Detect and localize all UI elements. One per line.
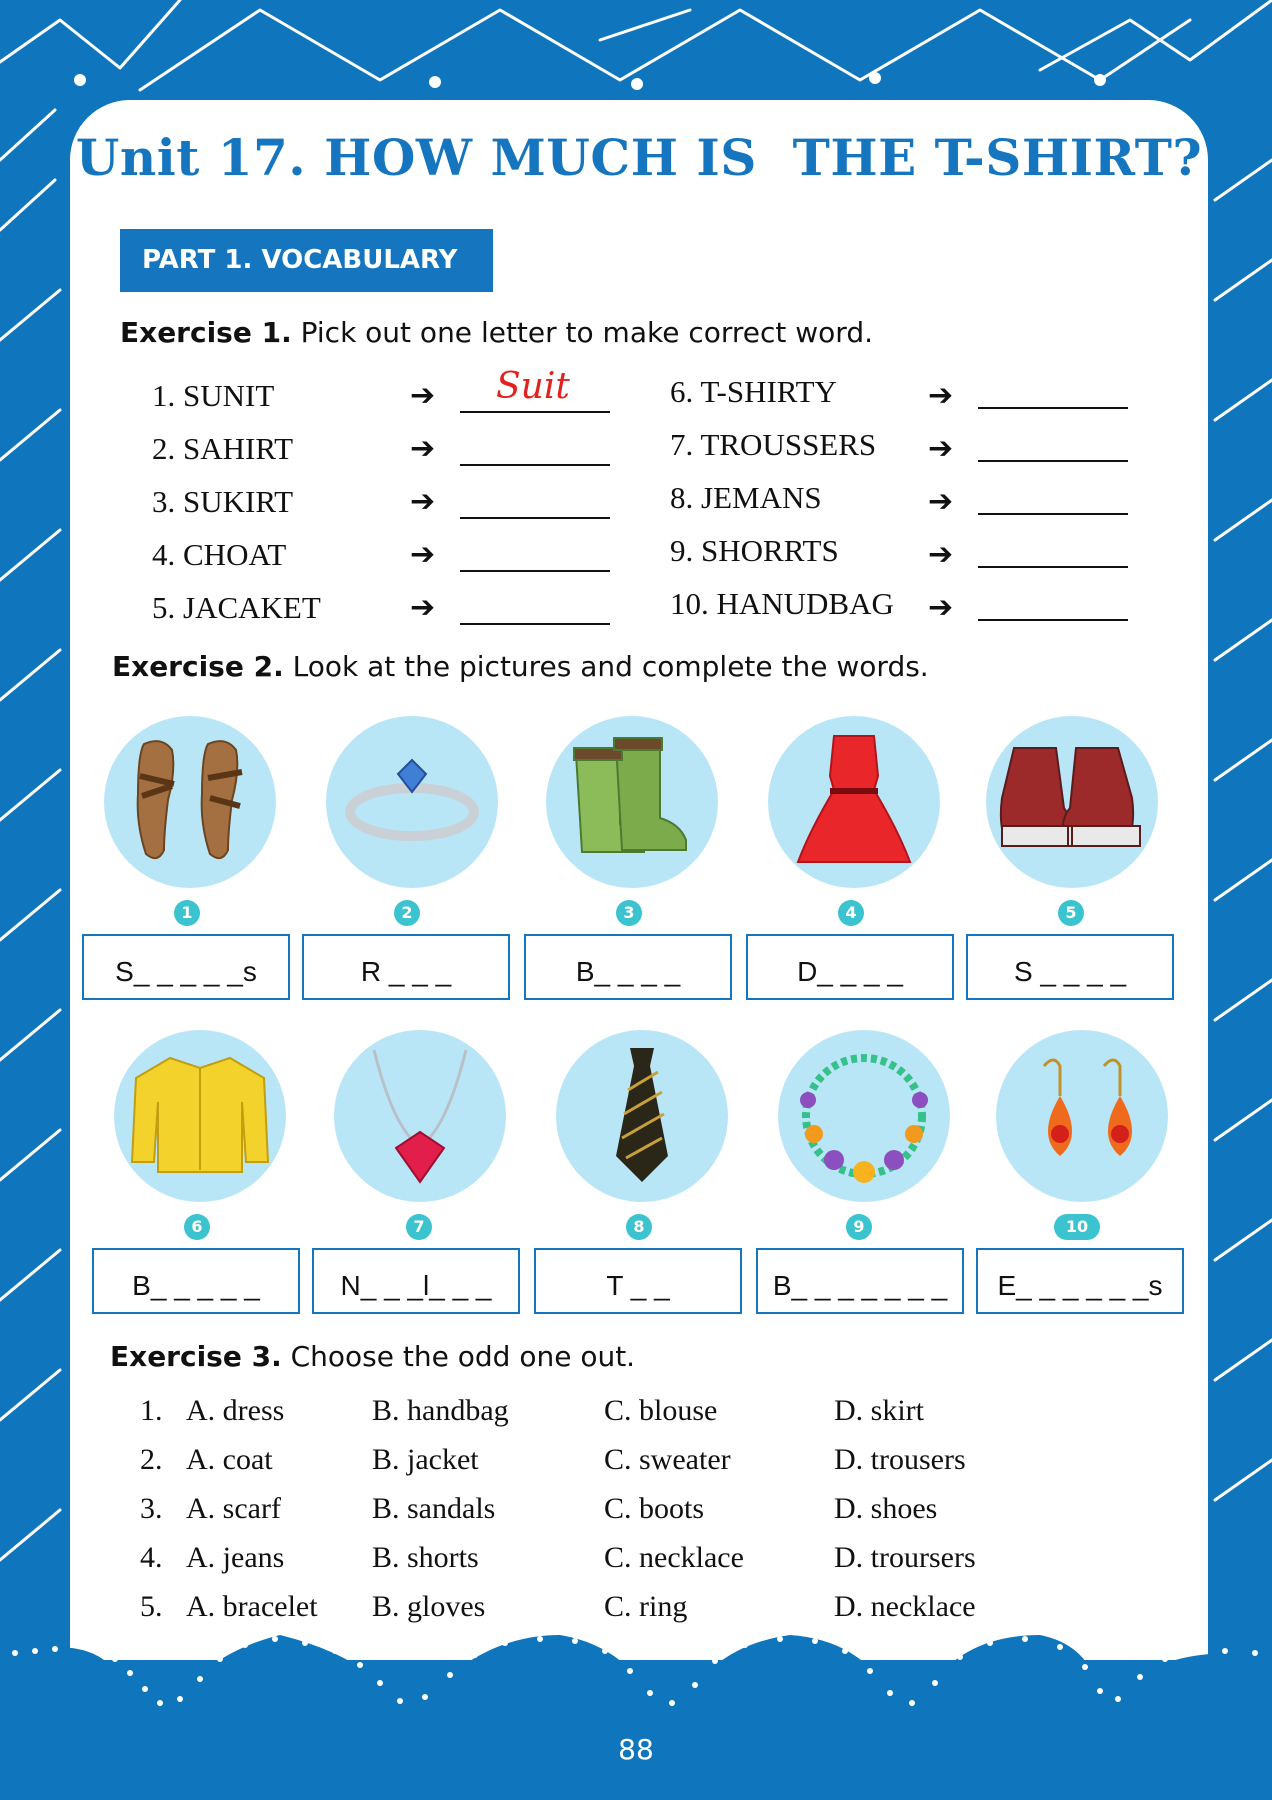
ex1-word: 10. HANUDBAG: [670, 586, 894, 621]
answer-line[interactable]: [460, 409, 610, 413]
item-number-badge: 9: [846, 1214, 872, 1240]
bracelet-icon: [778, 1030, 950, 1202]
scalloped-border: [0, 1635, 1272, 1730]
option-d[interactable]: D. skirt: [834, 1394, 924, 1428]
page-number: 88: [618, 1733, 654, 1766]
option-d[interactable]: D. shoes: [834, 1492, 937, 1526]
question-number: 4.: [140, 1541, 163, 1574]
exercise2-instruction: Look at the pictures and complete the wo…: [283, 650, 929, 683]
option-b[interactable]: B. handbag: [372, 1394, 509, 1428]
blouse-icon: [114, 1030, 286, 1202]
ring-icon: [326, 716, 498, 888]
arrow-icon: ➔: [928, 590, 954, 625]
exercise1-instruction: Pick out one letter to make correct word…: [291, 316, 873, 349]
option-b[interactable]: B. shorts: [372, 1541, 479, 1575]
answer-line[interactable]: [460, 515, 610, 519]
word-hint-box[interactable]: E_ _ _ _ _ _s: [976, 1248, 1184, 1314]
item-number-badge: 6: [184, 1214, 210, 1240]
arrow-icon: ➔: [928, 431, 954, 466]
option-c[interactable]: C. sweater: [604, 1443, 731, 1477]
arrow-icon: ➔: [410, 537, 436, 572]
item-number-badge: 3: [616, 900, 642, 926]
ex1-word: 5. JACAKET: [152, 590, 321, 625]
arrow-icon: ➔: [928, 378, 954, 413]
handwritten-answer: Suit: [496, 366, 570, 407]
exercise1-label: Exercise 1.: [120, 316, 292, 349]
option-a[interactable]: A. coat: [186, 1443, 273, 1477]
answer-line[interactable]: [978, 458, 1128, 462]
item-number-badge: 4: [838, 900, 864, 926]
dress-icon: [768, 716, 940, 888]
question-number: 3.: [140, 1492, 163, 1525]
unit-title: Unit 17. HOW MUCH IS THE T-SHIRT?: [75, 128, 1203, 187]
arrow-icon: ➔: [928, 484, 954, 519]
answer-line[interactable]: [978, 405, 1128, 409]
option-b[interactable]: B. gloves: [372, 1590, 485, 1624]
option-a[interactable]: A. dress: [186, 1394, 284, 1428]
option-b[interactable]: B. jacket: [372, 1443, 479, 1477]
word-hint-box[interactable]: R _ _ _: [302, 934, 510, 1000]
ex1-word: 8. JEMANS: [670, 480, 822, 515]
option-a[interactable]: A. jeans: [186, 1541, 284, 1575]
ex1-word: 7. TROUSSERS: [670, 427, 877, 462]
exercise2-label: Exercise 2.: [112, 650, 284, 683]
word-hint-box[interactable]: B_ _ _ _ _ _ _: [756, 1248, 964, 1314]
exercise3-heading: Exercise 3. Choose the odd one out.: [110, 1340, 635, 1373]
arrow-icon: ➔: [410, 590, 436, 625]
option-d[interactable]: D. troursers: [834, 1541, 976, 1575]
boots-icon: [546, 716, 718, 888]
answer-line[interactable]: [460, 462, 610, 466]
part-heading: PART 1. VOCABULARY: [120, 229, 493, 292]
ex1-word: 2. SAHIRT: [152, 431, 294, 466]
word-hint-box[interactable]: B_ _ _ _: [524, 934, 732, 1000]
item-number-badge: 7: [406, 1214, 432, 1240]
sandals-icon: [104, 716, 276, 888]
arrow-icon: ➔: [410, 378, 436, 413]
option-b[interactable]: B. sandals: [372, 1492, 495, 1526]
word-hint-box[interactable]: D_ _ _ _: [746, 934, 954, 1000]
item-number-badge: 1: [174, 900, 200, 926]
exercise3-label: Exercise 3.: [110, 1340, 282, 1373]
item-number-badge: 10: [1054, 1214, 1100, 1240]
option-c[interactable]: C. boots: [604, 1492, 704, 1526]
question-number: 5.: [140, 1590, 163, 1623]
word-hint-box[interactable]: S_ _ _ _ _s: [82, 934, 290, 1000]
option-a[interactable]: A. scarf: [186, 1492, 281, 1526]
option-c[interactable]: C. ring: [604, 1590, 687, 1624]
answer-line[interactable]: [460, 621, 610, 625]
answer-line[interactable]: [978, 617, 1128, 621]
word-hint-box[interactable]: N_ _ _l_ _ _: [312, 1248, 520, 1314]
question-number: 2.: [140, 1443, 163, 1476]
answer-line[interactable]: [978, 564, 1128, 568]
ex1-word: 9. SHORRTS: [670, 533, 839, 568]
word-hint-box[interactable]: B_ _ _ _ _: [92, 1248, 300, 1314]
item-number-badge: 8: [626, 1214, 652, 1240]
option-c[interactable]: C. blouse: [604, 1394, 717, 1428]
option-c[interactable]: C. necklace: [604, 1541, 744, 1575]
option-a[interactable]: A. bracelet: [186, 1590, 318, 1624]
ex1-word: 1. SUNIT: [152, 378, 275, 413]
ex1-word: 4. CHOAT: [152, 537, 287, 572]
question-number: 1.: [140, 1394, 163, 1427]
item-number-badge: 5: [1058, 900, 1084, 926]
shoes-icon: [986, 716, 1158, 888]
earrings-icon: [996, 1030, 1168, 1202]
exercise3-instruction: Choose the odd one out.: [281, 1340, 636, 1373]
exercise2-heading: Exercise 2. Look at the pictures and com…: [112, 650, 929, 683]
item-number-badge: 2: [394, 900, 420, 926]
answer-line[interactable]: [460, 568, 610, 572]
option-d[interactable]: D. trousers: [834, 1443, 966, 1477]
necklace-icon: [334, 1030, 506, 1202]
word-hint-box[interactable]: T _ _: [534, 1248, 742, 1314]
word-hint-box[interactable]: S _ _ _ _: [966, 934, 1174, 1000]
ex1-word: 3. SUKIRT: [152, 484, 294, 519]
option-d[interactable]: D. necklace: [834, 1590, 976, 1624]
arrow-icon: ➔: [410, 431, 436, 466]
arrow-icon: ➔: [410, 484, 436, 519]
arrow-icon: ➔: [928, 537, 954, 572]
exercise1-heading: Exercise 1. Pick out one letter to make …: [120, 316, 873, 349]
tie-icon: [556, 1030, 728, 1202]
answer-line[interactable]: [978, 511, 1128, 515]
ex1-word: 6. T-SHIRTY: [670, 374, 837, 409]
